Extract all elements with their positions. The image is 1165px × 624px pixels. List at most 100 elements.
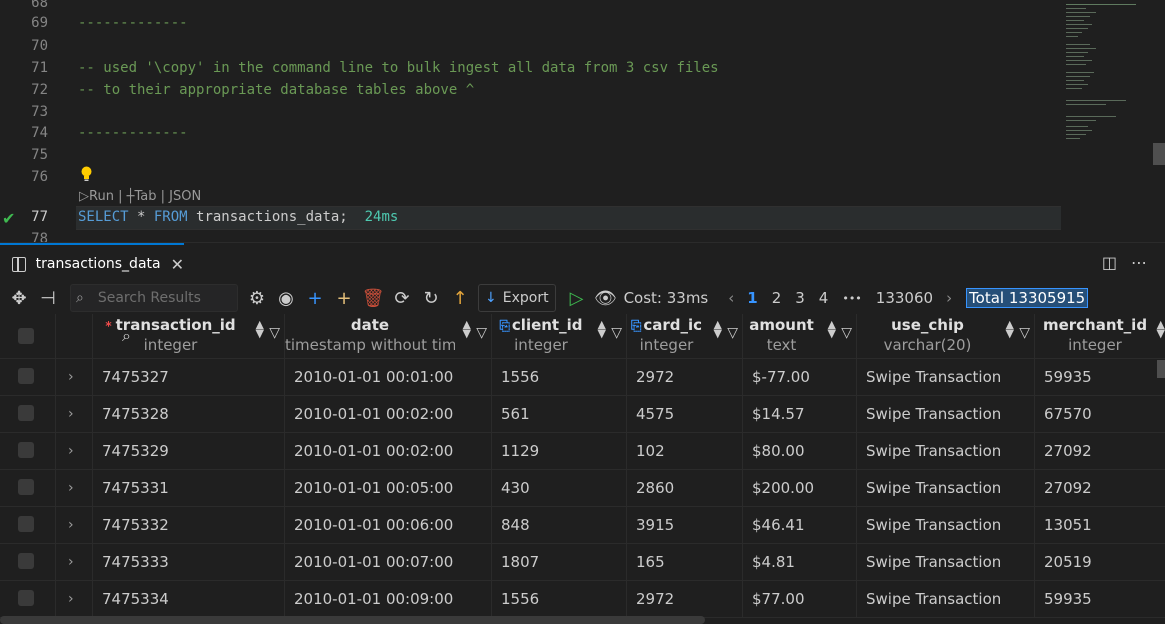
grid-horizontal-scrollbar[interactable]	[0, 616, 705, 624]
table-row[interactable]: › 7475333 2010-01-01 00:07:00 1807 165 $4.81 S…	[0, 544, 1165, 581]
page-1[interactable]: 1	[747, 289, 757, 307]
chevron-right-icon[interactable]: ›	[68, 507, 74, 544]
column-header-client-id[interactable]: ⎘ client_id integer ▲ ▼ ▽	[492, 314, 627, 358]
move-icon[interactable]: ✥	[8, 287, 30, 309]
cell-use-chip[interactable]: Swipe Transaction	[857, 470, 1035, 507]
cell-merchant-id[interactable]: 13051	[1035, 507, 1165, 544]
table-row[interactable]: › 7475334 2010-01-01 00:09:00 1556 2972 $77.0…	[0, 581, 1165, 618]
column-header-amount[interactable]: amount text ▲ ▼ ▽	[743, 314, 857, 358]
cell-transaction-id[interactable]: 7475331	[93, 470, 285, 507]
grid-vertical-scrollbar[interactable]	[1157, 360, 1165, 378]
column-header-card-id[interactable]: ⎘ card_ic integer ▲ ▼ ▽	[627, 314, 743, 358]
prev-page-icon[interactable]: ‹	[728, 289, 734, 307]
cell-card-id[interactable]: 2972	[627, 581, 743, 618]
cell-date[interactable]: 2010-01-01 00:06:00	[285, 507, 492, 544]
filter-icon[interactable]: ▽	[841, 325, 852, 341]
cell-card-id[interactable]: 165	[627, 544, 743, 581]
code-line[interactable]: 71 -- used '\copy' in the command line to…	[0, 57, 1060, 79]
arrow-up-icon[interactable]: ↑	[449, 287, 471, 309]
table-row[interactable]: › 7475329 2010-01-01 00:02:00 1129 102 $80.00…	[0, 433, 1165, 470]
cell-client-id[interactable]: 848	[492, 507, 627, 544]
column-header-date[interactable]: date timestamp without tim ▲ ▼ ▽	[285, 314, 492, 358]
cell-card-id[interactable]: 3915	[627, 507, 743, 544]
row-checkbox[interactable]	[18, 553, 34, 569]
cell-card-id[interactable]: 102	[627, 433, 743, 470]
cell-amount[interactable]: $77.00	[743, 581, 857, 618]
cell-amount[interactable]: $14.57	[743, 396, 857, 433]
codelens-json[interactable]: JSON	[169, 189, 201, 204]
pin-icon[interactable]: ⊣	[37, 287, 59, 309]
trash-icon[interactable]: 🗑	[362, 287, 385, 309]
lightbulb-icon[interactable]	[80, 166, 93, 182]
refresh-icon[interactable]: ⟳	[391, 287, 413, 309]
cell-amount[interactable]: $-77.00	[743, 359, 857, 396]
gear-icon[interactable]: ⚙	[246, 287, 268, 309]
sort-icon[interactable]: ▲ ▼	[598, 319, 606, 339]
table-row[interactable]: › 7475327 2010-01-01 00:01:00 1556 2972 $-77.…	[0, 359, 1165, 396]
sort-icon[interactable]: ▲ ▼	[1006, 319, 1014, 339]
cell-merchant-id[interactable]: 27092	[1035, 470, 1165, 507]
cell-merchant-id[interactable]: 59935	[1035, 581, 1165, 618]
row-checkbox[interactable]	[18, 405, 34, 421]
add-column-icon[interactable]: +	[333, 287, 355, 309]
filter-icon[interactable]: ▽	[611, 325, 622, 341]
row-checkbox[interactable]	[18, 368, 34, 384]
cell-transaction-id[interactable]: 7475333	[93, 544, 285, 581]
play-icon[interactable]: ▷	[566, 287, 588, 309]
cell-transaction-id[interactable]: 7475327	[93, 359, 285, 396]
run-icon[interactable]: ▷	[79, 189, 89, 204]
code-line[interactable]: 69 -------------	[0, 12, 1060, 34]
page-4[interactable]: 4	[819, 289, 829, 307]
code-line[interactable]: 78	[0, 228, 1060, 242]
minimap[interactable]	[1062, 0, 1154, 242]
cell-use-chip[interactable]: Swipe Transaction	[857, 359, 1035, 396]
export-button[interactable]: ↓ Export	[478, 284, 556, 312]
column-header-merchant-id[interactable]: merchant_id integer ▲ ▼	[1035, 314, 1165, 358]
cell-use-chip[interactable]: Swipe Transaction	[857, 544, 1035, 581]
sort-icon[interactable]: ▲ ▼	[828, 319, 836, 339]
search-results-box[interactable]: ⌕	[70, 284, 238, 312]
chevron-right-icon[interactable]: ›	[68, 544, 74, 581]
cell-amount[interactable]: $46.41	[743, 507, 857, 544]
cell-date[interactable]: 2010-01-01 00:02:00	[285, 396, 492, 433]
codelens-tab[interactable]: Tab	[134, 189, 156, 204]
sort-icon[interactable]: ▲ ▼	[714, 319, 722, 339]
cell-merchant-id[interactable]: 27092	[1035, 433, 1165, 470]
cell-card-id[interactable]: 2972	[627, 359, 743, 396]
code-line[interactable]: 70	[0, 35, 1060, 57]
cell-date[interactable]: 2010-01-01 00:07:00	[285, 544, 492, 581]
page-last[interactable]: 133060	[876, 289, 933, 307]
code-line-active[interactable]: 77 SELECT * FROM transactions_data; 24ms	[0, 206, 1060, 228]
select-all-checkbox[interactable]	[18, 328, 34, 344]
cell-date[interactable]: 2010-01-01 00:09:00	[285, 581, 492, 618]
editor-scrollbar-thumb[interactable]	[1153, 143, 1165, 165]
column-header-transaction-id[interactable]: * transaction_id integer ▲ ▼ ▽	[93, 314, 285, 358]
cell-transaction-id[interactable]: 7475334	[93, 581, 285, 618]
page-2[interactable]: 2	[772, 289, 782, 307]
cell-transaction-id[interactable]: 7475329	[93, 433, 285, 470]
filter-icon[interactable]: ▽	[269, 325, 280, 341]
table-row[interactable]: › 7475331 2010-01-01 00:05:00 430 2860 $200.0…	[0, 470, 1165, 507]
cell-merchant-id[interactable]: 59935	[1035, 359, 1165, 396]
cell-transaction-id[interactable]: 7475332	[93, 507, 285, 544]
row-checkbox[interactable]	[18, 516, 34, 532]
more-actions-icon[interactable]: ⋯	[1131, 253, 1147, 272]
code-line[interactable]: 73	[0, 101, 1060, 123]
cell-use-chip[interactable]: Swipe Transaction	[857, 433, 1035, 470]
table-row[interactable]: › 7475328 2010-01-01 00:02:00 561 4575 $14.57…	[0, 396, 1165, 433]
cell-card-id[interactable]: 4575	[627, 396, 743, 433]
cell-date[interactable]: 2010-01-01 00:05:00	[285, 470, 492, 507]
filter-icon[interactable]: ▽	[1019, 325, 1030, 341]
filter-icon[interactable]: ▽	[476, 325, 487, 341]
cell-client-id[interactable]: 1129	[492, 433, 627, 470]
code-editor[interactable]: 68 69 ------------- 70 71 -- used '\copy' …	[0, 0, 1165, 242]
code-line[interactable]: 75	[0, 144, 1060, 166]
cell-use-chip[interactable]: Swipe Transaction	[857, 581, 1035, 618]
cell-client-id[interactable]: 430	[492, 470, 627, 507]
search-input[interactable]	[95, 289, 230, 307]
cell-card-id[interactable]: 2860	[627, 470, 743, 507]
reload-icon[interactable]: ↻	[420, 287, 442, 309]
cell-client-id[interactable]: 1556	[492, 581, 627, 618]
close-icon[interactable]: ✕	[171, 255, 184, 274]
table-row[interactable]: › 7475332 2010-01-01 00:06:00 848 3915 $46.41…	[0, 507, 1165, 544]
